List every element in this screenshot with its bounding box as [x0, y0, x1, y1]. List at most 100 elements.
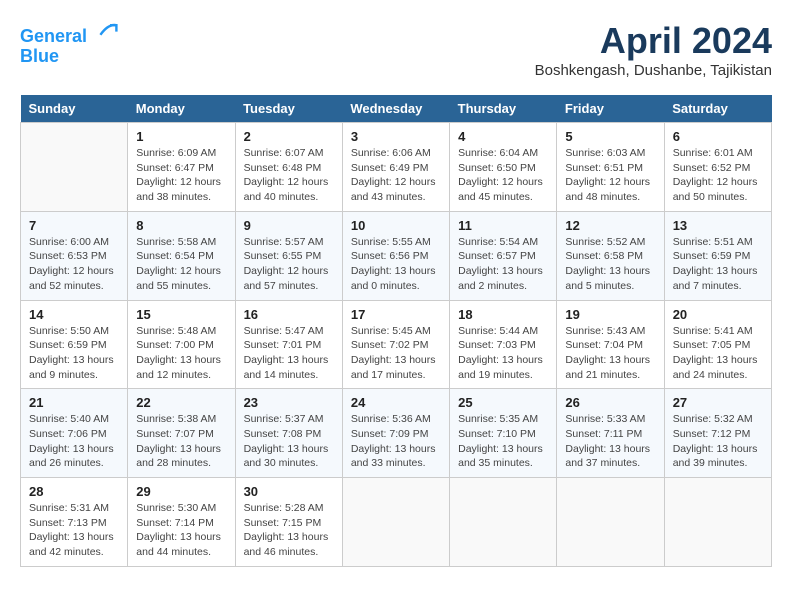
- weekday-header-sunday: Sunday: [21, 95, 128, 123]
- calendar-cell: 4 Sunrise: 6:04 AM Sunset: 6:50 PM Daylig…: [450, 123, 557, 212]
- day-info: Sunrise: 5:33 AM Sunset: 7:11 PM Dayligh…: [565, 412, 655, 471]
- weekday-header-monday: Monday: [128, 95, 235, 123]
- calendar-cell: 29 Sunrise: 5:30 AM Sunset: 7:14 PM Dayli…: [128, 478, 235, 567]
- day-number: 11: [458, 218, 548, 233]
- day-number: 29: [136, 484, 226, 499]
- logo-blue-text: Blue: [20, 47, 59, 67]
- calendar-cell: 11 Sunrise: 5:54 AM Sunset: 6:57 PM Dayli…: [450, 211, 557, 300]
- day-number: 30: [244, 484, 334, 499]
- calendar-cell: [342, 478, 449, 567]
- day-info: Sunrise: 6:04 AM Sunset: 6:50 PM Dayligh…: [458, 146, 548, 205]
- calendar-cell: 20 Sunrise: 5:41 AM Sunset: 7:05 PM Dayli…: [664, 300, 771, 389]
- calendar-cell: 24Sunrise: 5:36 AM Sunset: 7:09 PM Dayli…: [342, 389, 449, 478]
- calendar-cell: [21, 123, 128, 212]
- logo-text: General: [20, 20, 118, 47]
- calendar-cell: 30Sunrise: 5:28 AM Sunset: 7:15 PM Dayli…: [235, 478, 342, 567]
- day-info: Sunrise: 5:36 AM Sunset: 7:09 PM Dayligh…: [351, 412, 441, 471]
- day-info: Sunrise: 5:43 AM Sunset: 7:04 PM Dayligh…: [565, 324, 655, 383]
- calendar-cell: 21Sunrise: 5:40 AM Sunset: 7:06 PM Dayli…: [21, 389, 128, 478]
- calendar-cell: 14 Sunrise: 5:50 AM Sunset: 6:59 PM Dayli…: [21, 300, 128, 389]
- day-info: Sunrise: 6:09 AM Sunset: 6:47 PM Dayligh…: [136, 146, 226, 205]
- calendar-cell: 25Sunrise: 5:35 AM Sunset: 7:10 PM Dayli…: [450, 389, 557, 478]
- day-info: Sunrise: 5:32 AM Sunset: 7:12 PM Dayligh…: [673, 412, 763, 471]
- calendar-week-row: 28 Sunrise: 5:31 AM Sunset: 7:13 PM Dayli…: [21, 478, 772, 567]
- day-info: Sunrise: 6:00 AM Sunset: 6:53 PM Dayligh…: [29, 235, 119, 294]
- calendar-week-row: 21Sunrise: 5:40 AM Sunset: 7:06 PM Dayli…: [21, 389, 772, 478]
- day-info: Sunrise: 5:30 AM Sunset: 7:14 PM Dayligh…: [136, 501, 226, 560]
- day-info: Sunrise: 6:03 AM Sunset: 6:51 PM Dayligh…: [565, 146, 655, 205]
- day-info: Sunrise: 5:58 AM Sunset: 6:54 PM Dayligh…: [136, 235, 226, 294]
- day-number: 28: [29, 484, 119, 499]
- day-number: 22: [136, 395, 226, 410]
- calendar-cell: 16 Sunrise: 5:47 AM Sunset: 7:01 PM Dayli…: [235, 300, 342, 389]
- day-number: 20: [673, 307, 763, 322]
- day-info: Sunrise: 5:41 AM Sunset: 7:05 PM Dayligh…: [673, 324, 763, 383]
- calendar-cell: 7 Sunrise: 6:00 AM Sunset: 6:53 PM Daylig…: [21, 211, 128, 300]
- day-info: Sunrise: 5:38 AM Sunset: 7:07 PM Dayligh…: [136, 412, 226, 471]
- calendar-cell: 10 Sunrise: 5:55 AM Sunset: 6:56 PM Dayli…: [342, 211, 449, 300]
- day-number: 10: [351, 218, 441, 233]
- calendar-cell: 1Sunrise: 6:09 AM Sunset: 6:47 PM Daylig…: [128, 123, 235, 212]
- calendar-cell: 8 Sunrise: 5:58 AM Sunset: 6:54 PM Daylig…: [128, 211, 235, 300]
- day-info: Sunrise: 5:44 AM Sunset: 7:03 PM Dayligh…: [458, 324, 548, 383]
- day-number: 12: [565, 218, 655, 233]
- day-info: Sunrise: 5:55 AM Sunset: 6:56 PM Dayligh…: [351, 235, 441, 294]
- calendar-cell: 6Sunrise: 6:01 AM Sunset: 6:52 PM Daylig…: [664, 123, 771, 212]
- weekday-header-thursday: Thursday: [450, 95, 557, 123]
- calendar-cell: 22 Sunrise: 5:38 AM Sunset: 7:07 PM Dayli…: [128, 389, 235, 478]
- day-info: Sunrise: 5:54 AM Sunset: 6:57 PM Dayligh…: [458, 235, 548, 294]
- day-number: 15: [136, 307, 226, 322]
- day-number: 8: [136, 218, 226, 233]
- calendar-cell: 12 Sunrise: 5:52 AM Sunset: 6:58 PM Dayli…: [557, 211, 664, 300]
- day-number: 9: [244, 218, 334, 233]
- calendar-cell: 26 Sunrise: 5:33 AM Sunset: 7:11 PM Dayli…: [557, 389, 664, 478]
- day-info: Sunrise: 5:37 AM Sunset: 7:08 PM Dayligh…: [244, 412, 334, 471]
- day-info: Sunrise: 5:52 AM Sunset: 6:58 PM Dayligh…: [565, 235, 655, 294]
- day-info: Sunrise: 5:57 AM Sunset: 6:55 PM Dayligh…: [244, 235, 334, 294]
- day-number: 18: [458, 307, 548, 322]
- calendar-cell: 27 Sunrise: 5:32 AM Sunset: 7:12 PM Dayli…: [664, 389, 771, 478]
- day-info: Sunrise: 6:06 AM Sunset: 6:49 PM Dayligh…: [351, 146, 441, 205]
- calendar-cell: [557, 478, 664, 567]
- calendar-cell: 2 Sunrise: 6:07 AM Sunset: 6:48 PM Daylig…: [235, 123, 342, 212]
- page-header: General Blue April 2024 Boshkengash, Dus…: [20, 20, 772, 79]
- calendar-cell: 23 Sunrise: 5:37 AM Sunset: 7:08 PM Dayli…: [235, 389, 342, 478]
- day-number: 27: [673, 395, 763, 410]
- day-info: Sunrise: 5:31 AM Sunset: 7:13 PM Dayligh…: [29, 501, 119, 560]
- day-number: 17: [351, 307, 441, 322]
- weekday-header-row: SundayMondayTuesdayWednesdayThursdayFrid…: [21, 95, 772, 123]
- day-info: Sunrise: 6:07 AM Sunset: 6:48 PM Dayligh…: [244, 146, 334, 205]
- calendar-cell: [664, 478, 771, 567]
- location-text: Boshkengash, Dushanbe, Tajikistan: [535, 62, 772, 79]
- calendar-week-row: 1Sunrise: 6:09 AM Sunset: 6:47 PM Daylig…: [21, 123, 772, 212]
- day-number: 26: [565, 395, 655, 410]
- calendar-table: SundayMondayTuesdayWednesdayThursdayFrid…: [20, 95, 772, 567]
- day-number: 2: [244, 129, 334, 144]
- calendar-cell: 15Sunrise: 5:48 AM Sunset: 7:00 PM Dayli…: [128, 300, 235, 389]
- day-info: Sunrise: 5:51 AM Sunset: 6:59 PM Dayligh…: [673, 235, 763, 294]
- calendar-cell: 18 Sunrise: 5:44 AM Sunset: 7:03 PM Dayli…: [450, 300, 557, 389]
- day-info: Sunrise: 5:35 AM Sunset: 7:10 PM Dayligh…: [458, 412, 548, 471]
- day-info: Sunrise: 5:45 AM Sunset: 7:02 PM Dayligh…: [351, 324, 441, 383]
- calendar-cell: [450, 478, 557, 567]
- day-number: 6: [673, 129, 763, 144]
- day-info: Sunrise: 5:47 AM Sunset: 7:01 PM Dayligh…: [244, 324, 334, 383]
- calendar-cell: 9 Sunrise: 5:57 AM Sunset: 6:55 PM Daylig…: [235, 211, 342, 300]
- day-number: 3: [351, 129, 441, 144]
- day-number: 5: [565, 129, 655, 144]
- calendar-cell: 28 Sunrise: 5:31 AM Sunset: 7:13 PM Dayli…: [21, 478, 128, 567]
- logo: General Blue: [20, 20, 118, 67]
- calendar-week-row: 7 Sunrise: 6:00 AM Sunset: 6:53 PM Daylig…: [21, 211, 772, 300]
- month-title: April 2024: [535, 20, 772, 62]
- weekday-header-friday: Friday: [557, 95, 664, 123]
- day-number: 7: [29, 218, 119, 233]
- calendar-week-row: 14 Sunrise: 5:50 AM Sunset: 6:59 PM Dayli…: [21, 300, 772, 389]
- day-number: 14: [29, 307, 119, 322]
- day-number: 4: [458, 129, 548, 144]
- calendar-cell: 3 Sunrise: 6:06 AM Sunset: 6:49 PM Daylig…: [342, 123, 449, 212]
- day-number: 16: [244, 307, 334, 322]
- day-info: Sunrise: 5:50 AM Sunset: 6:59 PM Dayligh…: [29, 324, 119, 383]
- day-number: 23: [244, 395, 334, 410]
- calendar-cell: 5 Sunrise: 6:03 AM Sunset: 6:51 PM Daylig…: [557, 123, 664, 212]
- logo-icon: [94, 18, 118, 42]
